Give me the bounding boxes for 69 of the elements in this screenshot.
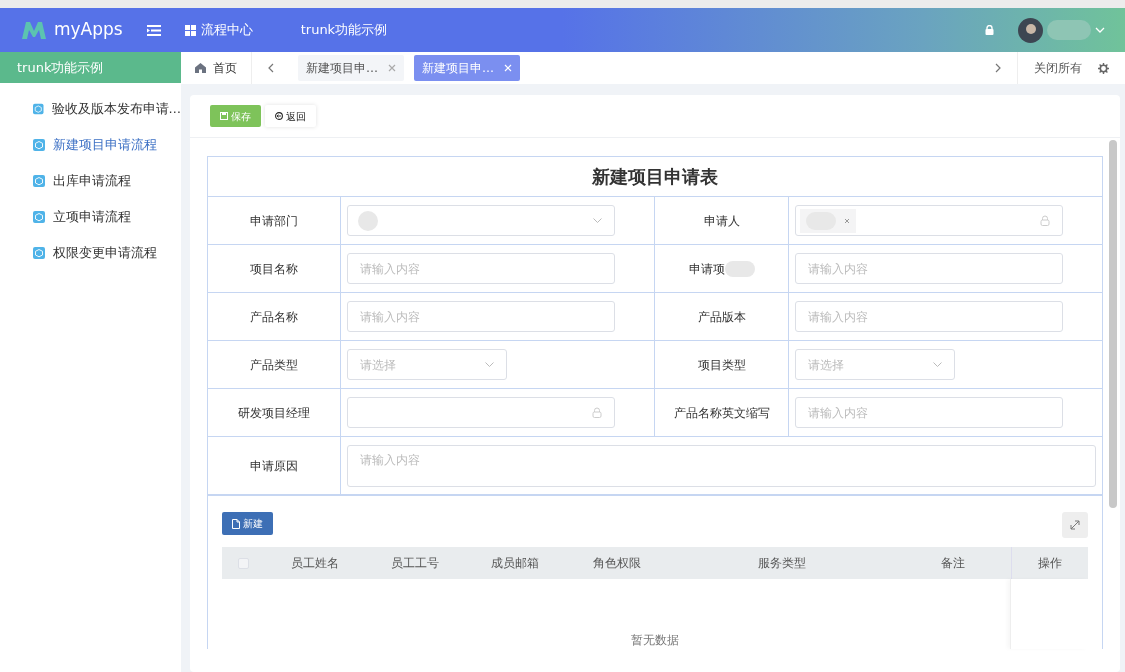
field-label: 研发项目经理: [238, 404, 310, 422]
column-header: 角色权限: [591, 555, 642, 572]
sidebar-title: trunk功能示例: [0, 52, 181, 83]
fullscreen-button[interactable]: [1062, 512, 1088, 538]
scrollbar[interactable]: [1109, 140, 1117, 508]
close-all-link[interactable]: 关闭所有: [1034, 59, 1082, 77]
logo-icon: [20, 20, 48, 40]
new-button[interactable]: 新建: [222, 512, 273, 535]
field-label: 产品版本: [697, 308, 746, 326]
select-field[interactable]: [347, 205, 615, 236]
save-icon: [220, 112, 228, 120]
column-header: 服务类型: [756, 555, 807, 572]
field-label: 申请原因: [250, 457, 298, 475]
field-label: 项目类型: [697, 356, 746, 374]
chevron-right-icon[interactable]: [995, 63, 1001, 73]
field-label: 产品类型: [250, 356, 298, 374]
nav-link[interactable]: trunk功能示例: [300, 20, 388, 40]
grid-icon: [184, 24, 196, 36]
sidebar-item[interactable]: 立项申请流程: [0, 199, 181, 235]
column-header: 操作: [1011, 547, 1088, 579]
column-header: 备注: [940, 555, 967, 572]
chevron-down-icon: [485, 362, 494, 367]
chevron-down-icon: [593, 218, 602, 223]
home-icon: [195, 63, 206, 73]
cube-icon: [33, 247, 45, 259]
back-button[interactable]: 返回: [265, 105, 316, 127]
app-name: myApps: [54, 18, 123, 42]
cube-icon: [33, 139, 45, 151]
save-button[interactable]: 保存: [210, 105, 261, 127]
input-field[interactable]: [347, 397, 615, 428]
user-tag[interactable]: [800, 208, 856, 233]
cube-icon: [33, 103, 44, 115]
document-icon: [232, 518, 240, 529]
cube-icon: [33, 175, 45, 187]
user-field[interactable]: [795, 205, 1063, 236]
expand-icon: [1070, 520, 1080, 530]
field-label: 申请项: [688, 260, 725, 278]
sidebar-item[interactable]: 权限变更申请流程: [0, 235, 181, 271]
page-tab[interactable]: 新建项目申…: [298, 55, 404, 81]
field-label: 产品名称: [250, 308, 298, 326]
lock-icon[interactable]: [985, 25, 994, 35]
column-header: 员工工号: [389, 555, 440, 572]
chevron-left-icon[interactable]: [268, 63, 274, 73]
blurred-username: [1047, 20, 1091, 40]
column-header: 员工姓名: [289, 555, 340, 572]
column-header: 成员邮箱: [490, 555, 541, 572]
sidebar-item[interactable]: 出库申请流程: [0, 163, 181, 199]
lock-icon: [1040, 215, 1050, 226]
close-icon[interactable]: [388, 64, 396, 72]
field-label: 申请部门: [250, 212, 298, 230]
settings-icon[interactable]: [1098, 62, 1109, 74]
avatar[interactable]: [1018, 17, 1043, 43]
form-title: 新建项目申请表: [208, 157, 1102, 197]
sidebar-item[interactable]: 新建项目申请流程: [0, 127, 181, 163]
field-label: 产品名称英文缩写: [673, 404, 770, 422]
back-icon: [275, 112, 283, 120]
empty-message: 暂无数据: [630, 632, 680, 649]
chevron-down-icon[interactable]: [1095, 27, 1105, 33]
sidebar-item[interactable]: 验收及版本发布申请…: [0, 91, 181, 127]
home-tab[interactable]: 首页: [181, 52, 252, 84]
nav-link[interactable]: 流程中心: [200, 20, 253, 40]
cube-icon: [33, 211, 45, 223]
field-label: 项目名称: [250, 260, 298, 278]
close-icon[interactable]: [844, 217, 850, 224]
menu-icon[interactable]: [146, 24, 161, 36]
lock-icon: [592, 407, 602, 418]
field-label: 申请人: [703, 212, 740, 230]
page-tab[interactable]: 新建项目申…: [414, 55, 520, 81]
chevron-down-icon: [933, 362, 942, 367]
